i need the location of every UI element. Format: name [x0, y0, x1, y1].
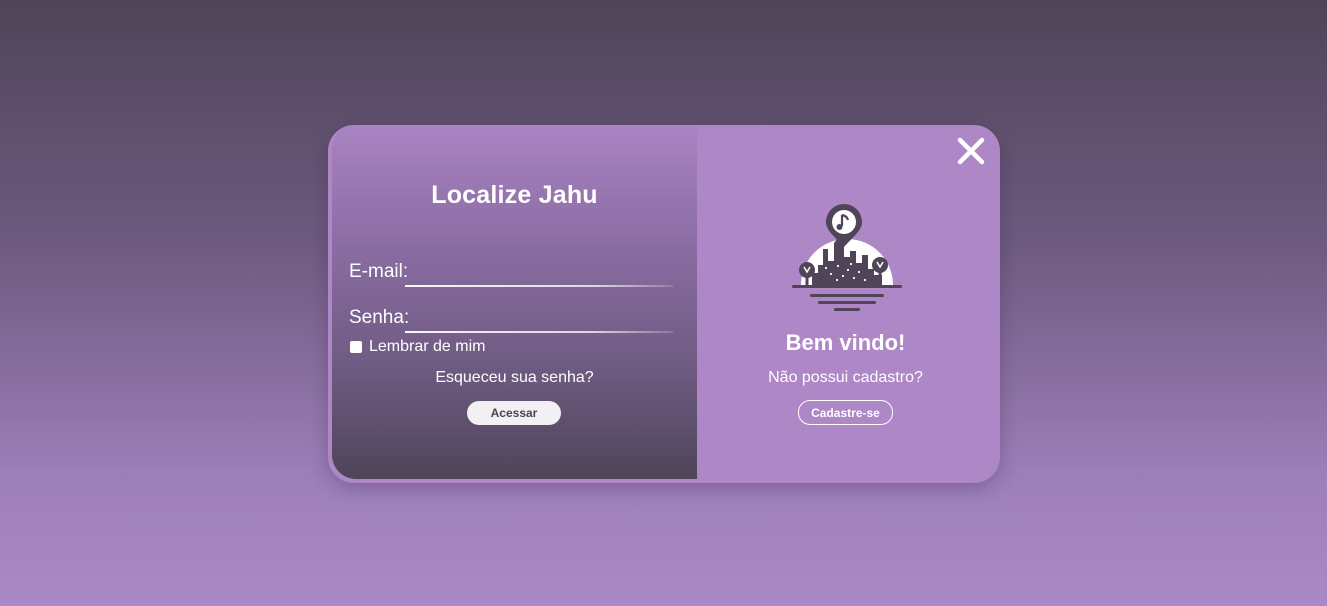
remember-checkbox[interactable]	[350, 341, 362, 353]
no-account-text: Não possui cadastro?	[768, 369, 923, 386]
close-button[interactable]	[955, 135, 987, 167]
email-label: E-mail:	[349, 261, 409, 282]
welcome-panel: Bem vindo! Não possui cadastro? Cadastre…	[697, 125, 1000, 483]
login-title: Localize Jahu	[431, 181, 598, 209]
access-button[interactable]: Acessar	[467, 401, 561, 425]
close-icon	[957, 137, 985, 165]
password-underline	[405, 331, 673, 333]
remember-label: Lembrar de mim	[369, 338, 486, 355]
remember-me[interactable]: Lembrar de mim	[350, 338, 485, 356]
email-input[interactable]	[411, 261, 671, 285]
password-field[interactable]: Senha:	[349, 307, 673, 333]
email-field[interactable]: E-mail:	[349, 261, 673, 287]
password-input[interactable]	[411, 307, 671, 331]
city-music-pin-icon	[792, 203, 902, 315]
forgot-password-link[interactable]: Esqueceu sua senha?	[332, 369, 697, 387]
password-label: Senha:	[349, 307, 410, 328]
login-panel: Localize Jahu E-mail: Senha: Lembrar de …	[332, 125, 697, 479]
email-underline	[405, 285, 673, 287]
login-modal: Localize Jahu E-mail: Senha: Lembrar de …	[328, 125, 1000, 483]
register-button[interactable]: Cadastre-se	[798, 400, 893, 425]
welcome-title: Bem vindo!	[785, 330, 906, 355]
